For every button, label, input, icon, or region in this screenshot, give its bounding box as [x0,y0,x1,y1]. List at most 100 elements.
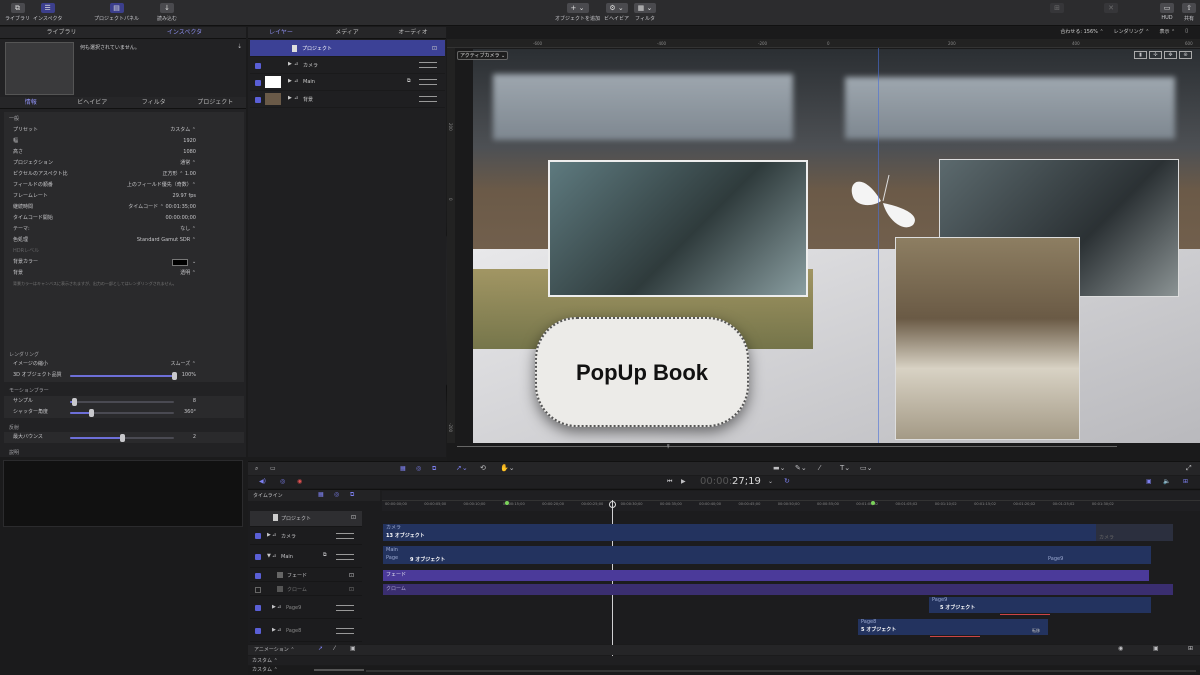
layer-visibility-checkbox[interactable] [255,63,261,69]
record-icon[interactable]: ◎ [280,478,285,485]
layer-row-project[interactable]: プロジェクト ⊡ [250,40,445,57]
custom-menu[interactable]: カスタム ⌃ [252,666,278,673]
layer-visibility-checkbox[interactable] [255,605,261,611]
row-field-order[interactable]: フィールドの順番 上のフィールド優先（奇数）⌃ [0,180,244,191]
orbit-icon[interactable]: ✣ [1149,51,1162,59]
pen-icon[interactable]: ⁄ [334,645,335,652]
layer-options-icon[interactable] [419,96,437,102]
layer-visibility-checkbox[interactable] [255,587,261,593]
bar-camera[interactable]: カメラ 13 オブジェクト [383,524,1173,541]
zoom-slider[interactable] [314,669,364,671]
row-timecode-start[interactable]: タイムコード開始 00:00:00;00 [0,213,244,224]
timeline-view-icon[interactable]: ▣ [1146,478,1152,485]
text-tool-icon[interactable]: T⌄ [840,464,850,472]
playhead-marker-icon[interactable]: ⫯ [667,443,670,451]
library-button[interactable]: ⧉ ライブラリ [5,3,30,22]
import-button[interactable]: ↓ 読み込む [157,3,177,22]
dolly-icon[interactable]: ⊕ [1179,51,1192,59]
active-camera-menu[interactable]: アクティブカメラ ⌄ [457,51,509,60]
tab-filter[interactable]: フィルタ [123,97,185,108]
expand-icon[interactable]: ⤢ [1186,464,1192,473]
add-object-button[interactable]: + ⌄ オブジェクトを追加 [555,3,600,22]
timeline-circle-icon[interactable]: ◎ [334,491,339,498]
tl-row-fade[interactable]: フェード ⊡ [250,569,362,582]
layer-visibility-checkbox[interactable] [255,97,261,103]
tl-row-camera[interactable]: ▶ ⊿ カメラ [250,528,362,545]
layer-visibility-checkbox[interactable] [255,533,261,539]
tab-media[interactable]: メディア [314,27,380,38]
snapshot-icon[interactable]: ▣ [1153,645,1159,652]
transform-tool-icon[interactable]: ⟲ [480,464,486,472]
layer-visibility-checkbox[interactable] [255,573,261,579]
timeline-layers-icon[interactable]: ▦ [318,491,324,498]
layer-options-icon[interactable] [336,533,354,539]
tab-project[interactable]: プロジェクト [185,97,247,108]
row-image-reduction[interactable]: イメージの縮小 スムーズ ⌃ [0,359,244,370]
tl-row-main[interactable]: ▼ ⊿ Main ⧉ [250,546,362,568]
disclosure-triangle-icon[interactable]: ▶ [272,627,276,633]
keyframe-record-icon[interactable]: ◉ [297,478,302,485]
tab-info[interactable]: 情報 [0,97,62,108]
layer-options-icon[interactable] [336,605,354,611]
shape-tool-icon[interactable]: ▬⌄ [773,464,785,472]
view-menu[interactable]: 表示 ⌃ [1159,28,1175,35]
disclosure-triangle-icon[interactable]: ▶ [288,61,292,67]
pointer-icon[interactable]: ➚ [318,645,323,652]
marker-green[interactable] [505,501,509,505]
disclosure-triangle-icon[interactable]: ▶ [272,604,276,610]
frame-icon[interactable]: ▣ [350,645,356,652]
row-width[interactable]: 幅 1920 [0,136,244,147]
slider-knob[interactable] [88,409,94,417]
quality-slider[interactable] [70,372,177,380]
audio-icon[interactable]: ◀) [259,478,266,485]
chevron-down-icon[interactable]: ⌄ [192,257,196,268]
tab-behavior[interactable]: ビヘイビア [62,97,124,108]
tl-row-page9[interactable]: ▶ ⊿ Page9 [250,597,362,619]
filter-button[interactable]: ▦ ⌄ フィルタ [634,3,656,22]
slider-knob[interactable] [72,398,78,406]
pin-icon[interactable]: ⇣ [237,43,242,50]
marker-green[interactable] [871,501,875,505]
panel-icon[interactable]: ▭ [270,465,276,472]
tab-audio[interactable]: オーディオ [380,27,446,38]
camera-snapshot-icon[interactable]: ◉ [1118,645,1123,652]
play-icon[interactable]: ▶ [681,478,686,485]
bg-color-swatch[interactable] [172,259,188,266]
layers-view-icon[interactable]: ▦ [400,465,406,472]
camera-view-icon[interactable]: ▮ [1134,51,1147,59]
layer-row-background[interactable]: ▶ ⊿ 背景 [250,91,445,108]
lock-icon[interactable]: ⊡ [349,586,354,593]
description-field[interactable] [3,460,243,527]
project-panel-button[interactable]: ▤ プロジェクトパネル [94,3,139,22]
bar-page9[interactable]: Page9 5 オブジェクト [929,597,1151,613]
layer-options-icon[interactable] [419,79,437,85]
disclosure-triangle-icon[interactable]: ▶ [288,95,292,101]
layer-visibility-checkbox[interactable] [255,80,261,86]
bar-chrome[interactable]: クローム [383,584,1173,595]
row-bg-color[interactable]: 背景カラー ⌄ [0,257,244,268]
disclosure-triangle-icon[interactable]: ▶ [267,532,271,538]
playhead-handle[interactable] [609,501,616,508]
zoom-menu[interactable]: 合わせる: 156% ⌃ [1060,28,1103,35]
lock-icon[interactable]: ⊡ [351,514,356,521]
tab-inspector[interactable]: インスペクタ [123,27,246,38]
render-menu[interactable]: レンダリング ⌃ [1114,28,1150,35]
layer-visibility-checkbox[interactable] [255,554,261,560]
loop-icon[interactable]: ↻ [784,477,790,485]
timecode-display[interactable]: 27;19 [732,476,761,487]
row-projection[interactable]: プロジェクション 通常 ⌃ [0,158,244,169]
row-pixel-aspect[interactable]: ピクセルのアスペクト比 正方形 ⌃ 1.00 [0,169,244,180]
layout-icon[interactable]: ▯ [1185,28,1188,35]
circle-icon[interactable]: ◎ [416,465,421,472]
tl-row-page8[interactable]: ▶ ⊿ Page8 [250,620,362,642]
share-button[interactable]: ⇧ 共有 [1182,3,1196,22]
stack-icon[interactable]: ⧉ [432,465,436,473]
hud-button[interactable]: ▭ HUD [1160,3,1174,21]
paint-tool-icon[interactable]: ⁄ [819,464,820,472]
select-tool-icon[interactable]: ➚⌄ [456,464,468,472]
custom-menu[interactable]: カスタム ⌃ [252,657,278,664]
tab-layers[interactable]: レイヤー [248,27,314,38]
go-to-start-icon[interactable]: ⏮ [667,478,672,486]
disclosure-triangle-icon[interactable]: ▼ [267,553,271,559]
row-color-processing[interactable]: 色処理 Standard Gamut SDR ⌃ [0,235,244,246]
